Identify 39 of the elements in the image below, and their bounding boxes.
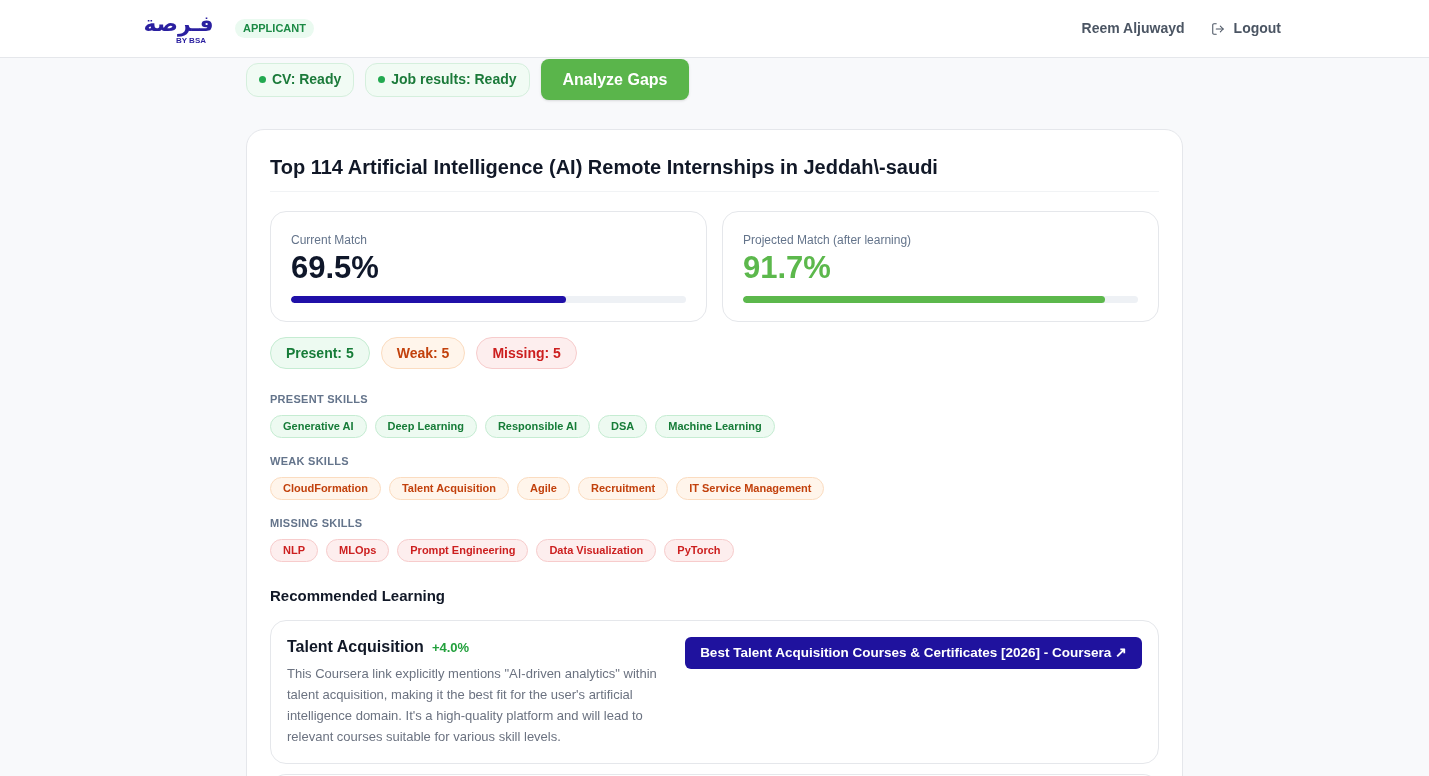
report-title: Top 114 Artificial Intelligence (AI) Remote Internships in Jeddah\-saudi: [270, 153, 1159, 192]
section-heading: MISSING SKILLS: [270, 516, 364, 531]
skill-tag: IT Service Management: [676, 477, 825, 500]
skill-tag: MLOps: [326, 539, 390, 562]
skill-tag: Data Visualization: [536, 539, 657, 562]
course-link-button[interactable]: Best Talent Acquisition Courses & Certificates [2026] - Coursera ↗: [685, 637, 1142, 669]
section-title: Recommended Learning: [270, 586, 447, 606]
skill-tag: Deep Learning: [374, 415, 477, 438]
skill-title: Talent Acquisition: [287, 637, 424, 657]
logout-icon: [1210, 21, 1225, 36]
section-heading: WEAK SKILLS: [270, 454, 350, 469]
match-value: 69.5%: [291, 250, 380, 286]
status-label: Job results: Ready: [391, 70, 517, 89]
logout-button[interactable]: Logout: [1210, 18, 1281, 39]
match-gain: +4.0%: [431, 639, 470, 657]
skill-tag: NLP: [270, 539, 318, 562]
status-label: CV: Ready: [272, 70, 342, 89]
skill-tag: Agile: [517, 477, 570, 500]
skill-tag: CloudFormation: [270, 477, 381, 500]
skill-tag: Prompt Engineering: [397, 539, 529, 562]
match-value: 91.7%: [743, 250, 832, 286]
skill-tag: Talent Acquisition: [388, 477, 510, 500]
recommendation-reason: This Coursera link explicitly mentions "AI-driven analytics" within talent acquisition, making it the best fit for the user's artificial intelligence domain. It's a high-quality platform and will lead to relevant courses suitable for various skill levels.: [287, 664, 658, 746]
logo-byline: BY BSA: [175, 36, 206, 45]
skill-tag: Generative AI: [270, 415, 367, 438]
skill-tag: Recruitment: [577, 477, 669, 500]
role-badge: APPLICANT: [235, 19, 314, 38]
count-pill: Present: 5: [270, 337, 370, 369]
section-heading: PRESENT SKILLS: [270, 392, 369, 407]
count-pill: Missing: 5: [476, 337, 577, 369]
skill-tag: PyTorch: [664, 539, 734, 562]
count-pill: Weak: 5: [380, 337, 466, 369]
skill-tag: Machine Learning: [655, 415, 775, 438]
skill-tag: DSA: [598, 415, 648, 438]
user-name: Reem Aljuwayd: [1081, 19, 1185, 38]
logo-wordmark: فـرصة: [143, 12, 214, 36]
match-label: Current Match: [291, 232, 369, 248]
skill-tag: Responsible AI: [484, 415, 590, 438]
match-label: Projected Match (after learning): [743, 232, 913, 248]
